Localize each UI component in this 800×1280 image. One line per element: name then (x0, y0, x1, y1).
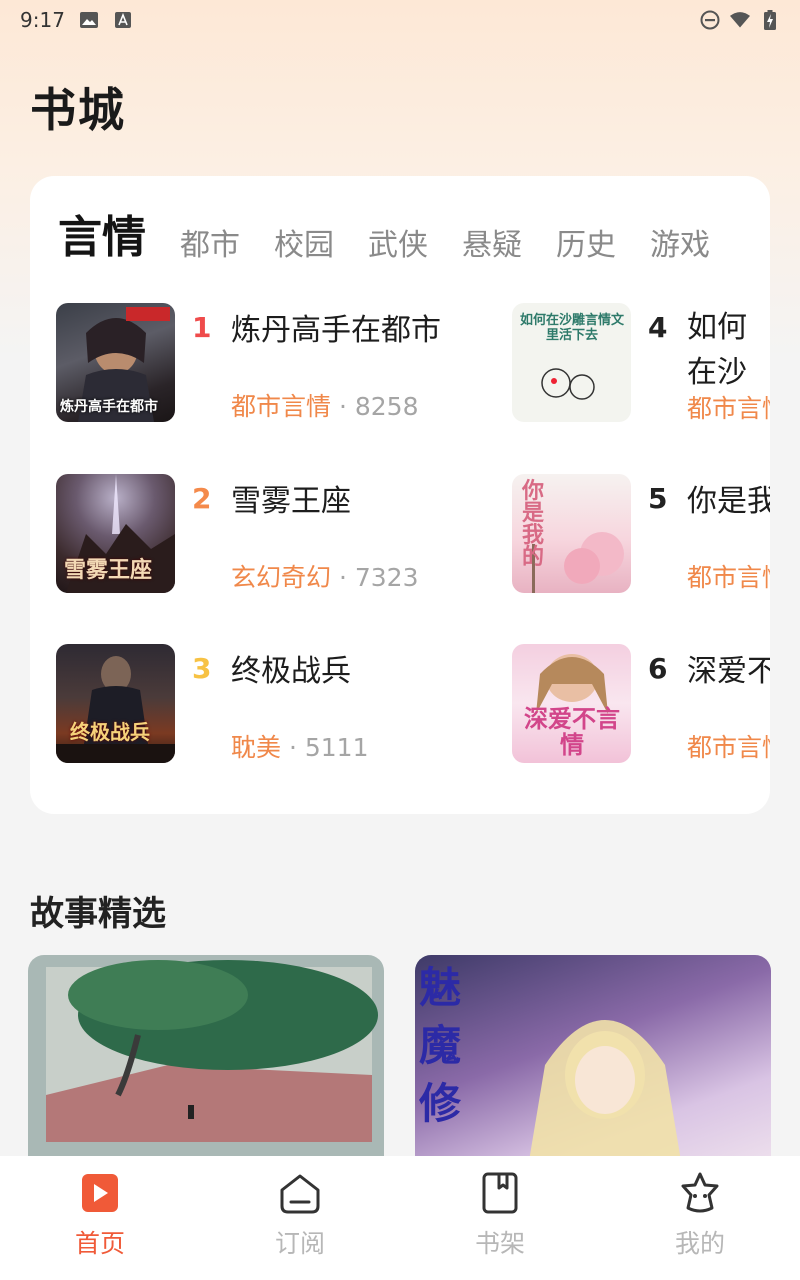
bottom-tab-bar: 首页 订阅 书架 我的 (0, 1156, 800, 1280)
book-meta: 都市言情 (687, 728, 770, 764)
ranked-book-item[interactable]: 如何在沙雕言情文里活下去 4 如何在沙雕言情文里活下去 都市言情 (512, 303, 770, 423)
book-meta: 都市言情 · 8258 (231, 387, 419, 423)
tab-category[interactable]: 历史 (556, 226, 616, 266)
book-meta: 都市言情 (687, 389, 770, 425)
meta-separator: · (338, 392, 347, 421)
book-title: 炼丹高手在都市 (231, 313, 441, 348)
cover-title: 你是我的 (522, 478, 545, 570)
wifi-icon (730, 10, 750, 30)
book-title: 深爱不言情 (687, 654, 770, 689)
rank-number: 5 (648, 482, 668, 515)
meta-separator: · (338, 563, 347, 592)
tab-active-category[interactable]: 言情 (58, 210, 146, 266)
book-meta: 耽美 · 5111 (231, 728, 369, 764)
rank-number: 1 (192, 311, 212, 344)
status-time: 9:17 (20, 8, 65, 32)
book-title: 雪雾王座 (231, 484, 351, 519)
ranked-book-item[interactable]: 终极战兵 3 终极战兵 耽美 · 5111 (56, 644, 516, 764)
status-bar: 9:17 (0, 0, 800, 40)
page-title: 书城 (30, 83, 126, 137)
featured-story-card[interactable]: 魅魔修 (415, 955, 771, 1185)
book-genre: 都市言情 (687, 394, 770, 423)
ranked-book-item[interactable]: 你是我的 5 你是我的 都市言情 (512, 474, 770, 594)
cover-title: 深爱不言情 (524, 704, 620, 759)
book-title: 你是我的 (687, 484, 770, 519)
tabbar-home[interactable]: 首页 (0, 1156, 200, 1280)
book-title: 如何在沙雕言情文里活下去 (687, 310, 747, 390)
rank-number: 3 (192, 652, 212, 685)
category-tabs: 言情 都市 校园 武侠 悬疑 历史 游戏 (58, 206, 710, 266)
story-cover-title: 魅魔修 (419, 963, 462, 1128)
ranked-book-item[interactable]: 雪雾王座 2 雪雾王座 玄幻奇幻 · 7323 (56, 474, 516, 594)
category-ranking-card: 言情 都市 校园 武侠 悬疑 历史 游戏 炼丹高手在都市 1 炼丹高手在都市 都… (30, 176, 770, 814)
featured-story-card[interactable] (28, 955, 384, 1185)
book-genre: 耽美 (231, 733, 282, 762)
book-genre: 玄幻奇幻 (231, 563, 332, 592)
book-read-count: 8258 (354, 392, 419, 421)
tabbar-label: 我的 (674, 1229, 725, 1258)
meta-separator: · (288, 733, 297, 762)
rank-number: 4 (648, 311, 668, 344)
book-genre: 都市言情 (231, 392, 332, 421)
battery-charging-icon (760, 10, 780, 30)
book-cover[interactable]: 如何在沙雕言情文里活下去 (512, 303, 631, 422)
book-genre: 都市言情 (687, 563, 770, 592)
book-meta: 都市言情 (687, 558, 770, 594)
book-title: 终极战兵 (231, 654, 351, 689)
subscribe-icon (280, 1174, 320, 1214)
rank-number: 2 (192, 482, 212, 515)
tabbar-bookshelf[interactable]: 书架 (400, 1156, 600, 1280)
book-read-count: 5111 (304, 733, 369, 762)
book-genre: 都市言情 (687, 733, 770, 762)
tabbar-label: 书架 (474, 1229, 525, 1258)
book-cover[interactable]: 深爱不言情 (512, 644, 631, 763)
tabbar-label: 订阅 (274, 1229, 325, 1258)
image-icon (79, 10, 99, 30)
cover-title: 终极战兵 (70, 720, 150, 744)
rank-number: 6 (648, 652, 668, 685)
tab-category[interactable]: 都市 (180, 226, 240, 266)
do-not-disturb-icon (700, 10, 720, 30)
tab-category[interactable]: 悬疑 (462, 226, 522, 266)
book-cover[interactable]: 炼丹高手在都市 (56, 303, 175, 422)
section-title-featured: 故事精选 (30, 894, 166, 934)
star-face-icon (681, 1172, 719, 1213)
tab-category[interactable]: 武侠 (368, 226, 428, 266)
font-icon (113, 10, 133, 30)
ranked-book-item[interactable]: 炼丹高手在都市 1 炼丹高手在都市 都市言情 · 8258 (56, 303, 516, 423)
tab-category[interactable]: 游戏 (650, 226, 710, 266)
bookshelf-icon (482, 1172, 518, 1214)
book-read-count: 7323 (354, 563, 419, 592)
book-cover[interactable]: 雪雾王座 (56, 474, 175, 593)
cover-title: 雪雾王座 (64, 557, 153, 583)
cover-title: 炼丹高手在都市 (60, 399, 158, 415)
book-meta: 玄幻奇幻 · 7323 (231, 558, 419, 594)
home-bookmark-icon (82, 1174, 118, 1212)
book-cover[interactable]: 你是我的 (512, 474, 631, 593)
tab-category[interactable]: 校园 (274, 226, 334, 266)
tabbar-profile[interactable]: 我的 (600, 1156, 800, 1280)
tabbar-subscribe[interactable]: 订阅 (200, 1156, 400, 1280)
ranked-book-item[interactable]: 深爱不言情 6 深爱不言情 都市言情 (512, 644, 770, 764)
book-cover[interactable]: 终极战兵 (56, 644, 175, 763)
tabbar-label: 首页 (74, 1229, 125, 1258)
cover-title: 如何在沙雕言情文里活下去 (519, 313, 624, 343)
